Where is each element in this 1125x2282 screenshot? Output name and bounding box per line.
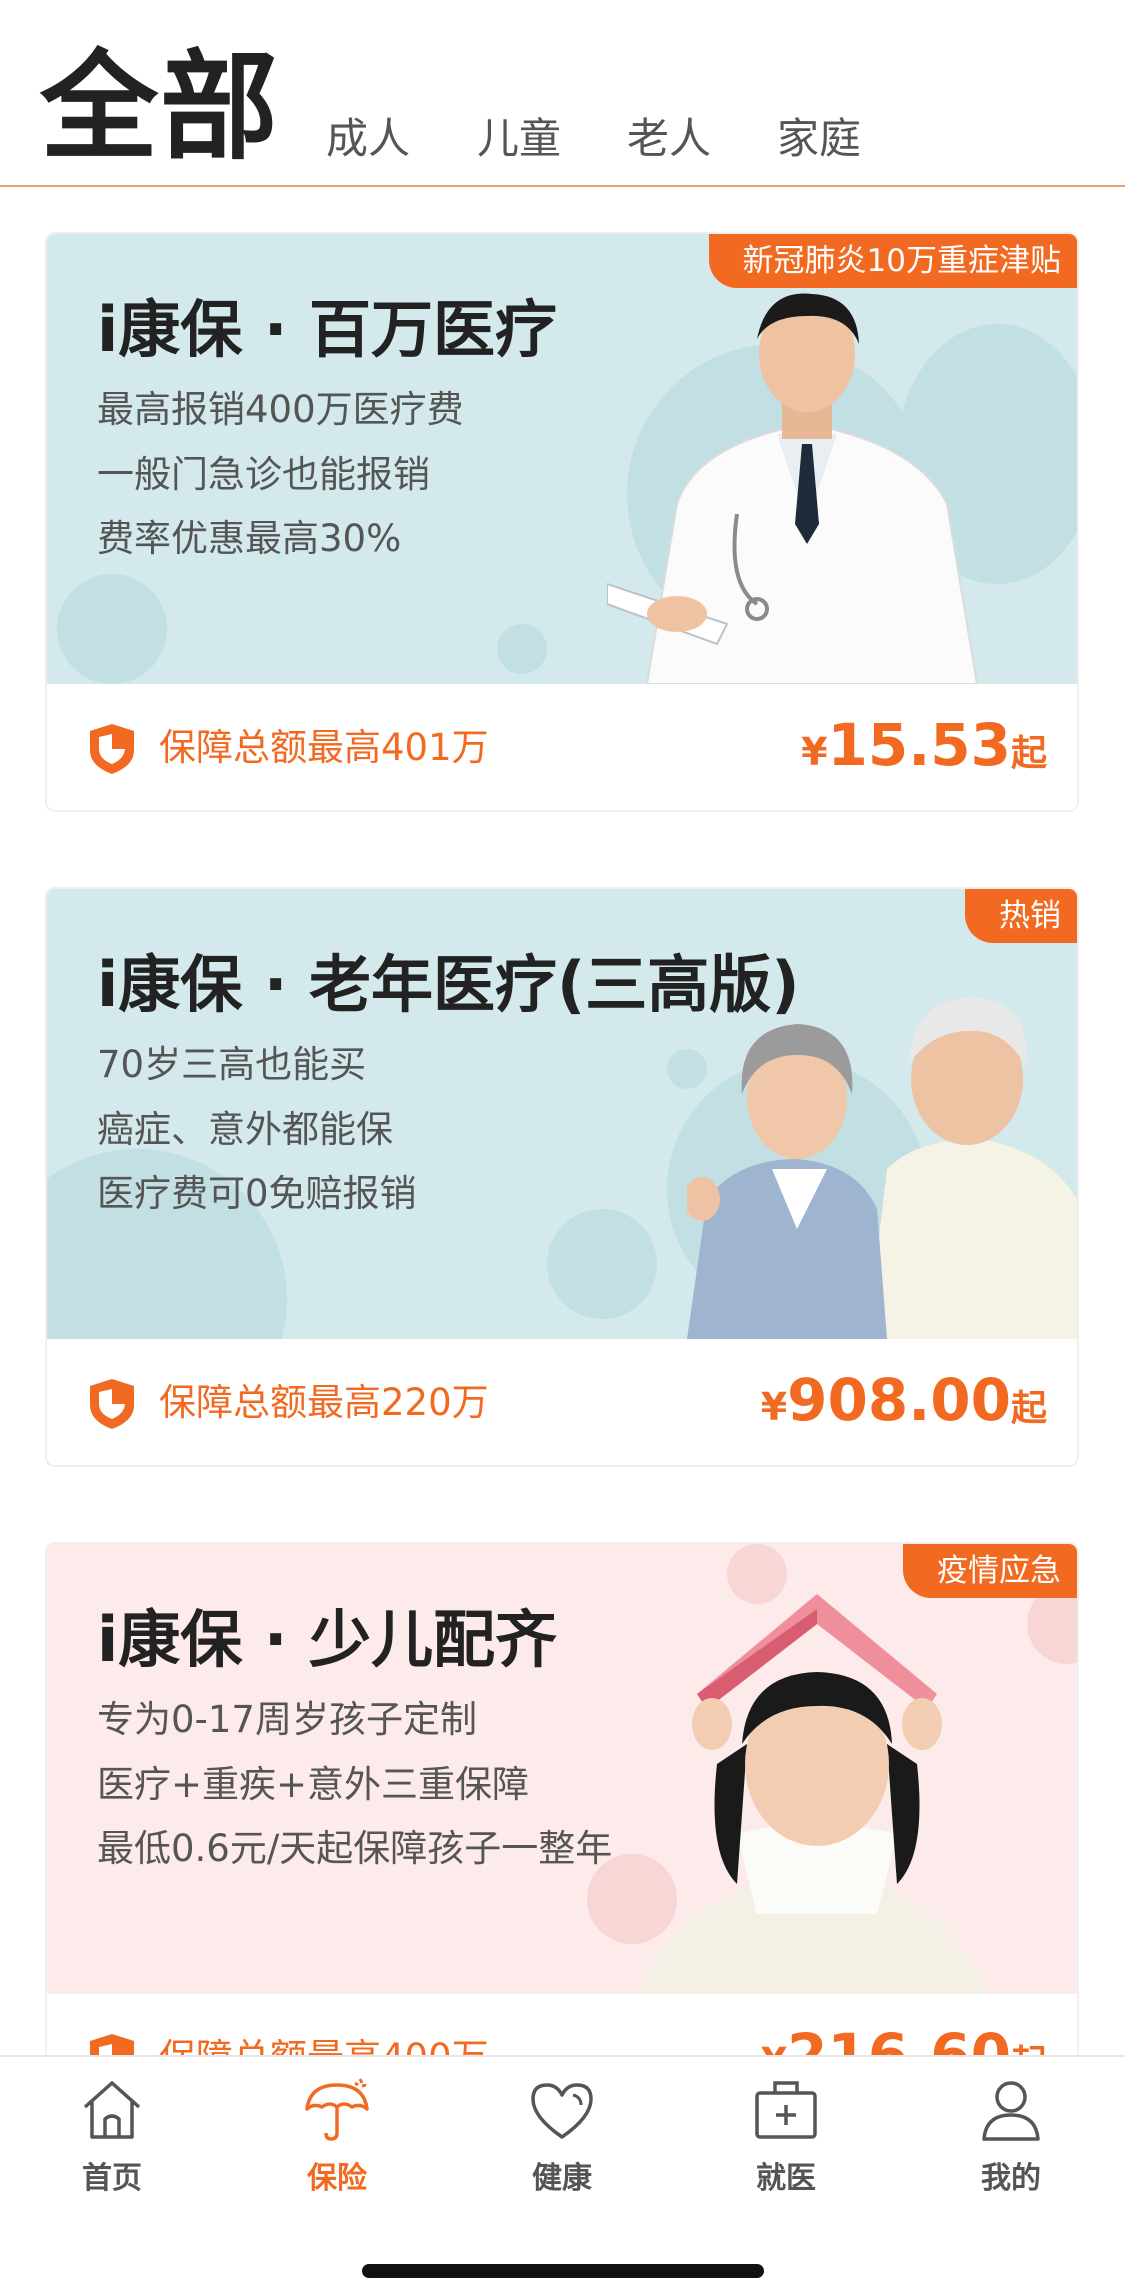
product-feature: 癌症、意外都能保 <box>97 1108 393 1151</box>
promo-badge: 新冠肺炎10万重症津贴 <box>708 234 1077 288</box>
product-footer: 保障总额最高220万 ¥908.00起 <box>47 1339 1077 1465</box>
nav-home[interactable]: 首页 <box>32 2075 192 2197</box>
umbrella-icon <box>305 2078 369 2141</box>
child-image <box>637 1594 987 1994</box>
product-feature: 专为0-17周岁孩子定制 <box>97 1698 477 1741</box>
nav-label: 保险 <box>307 2161 367 2196</box>
price-suffix: 起 <box>1010 733 1047 774</box>
price: ¥908.00起 <box>761 1371 1047 1429</box>
product-feature: 最低0.6元/天起保障孩子一整年 <box>97 1827 613 1870</box>
nav-label: 我的 <box>981 2161 1041 2196</box>
price: ¥15.53起 <box>801 716 1047 774</box>
coverage-amount: 保障总额最高220万 <box>159 1381 489 1424</box>
tab-all[interactable]: 全部 <box>40 48 280 166</box>
home-indicator <box>362 2264 764 2278</box>
elderly-couple-image <box>687 997 1077 1339</box>
home-icon <box>83 2081 141 2139</box>
price-amount: 908.00 <box>787 1366 1011 1434</box>
bottom-tab-bar: 首页 保险 健康 就医 我的 <box>0 2055 1125 2282</box>
nav-label: 就医 <box>756 2161 816 2196</box>
nav-medical[interactable]: 就医 <box>706 2075 866 2197</box>
product-footer: 保障总额最高401万 ¥15.53起 <box>47 684 1077 810</box>
tab-adult[interactable]: 成人 <box>326 118 410 160</box>
currency-symbol: ¥ <box>801 730 828 774</box>
user-icon <box>982 2081 1040 2141</box>
promo-badge: 疫情应急 <box>903 1544 1077 1598</box>
nav-label: 健康 <box>532 2161 592 2196</box>
product-card-million-medical[interactable]: 新冠肺炎10万重症津贴 i康保 · 百万医疗 最高报销400万医疗费 一般门急诊… <box>45 232 1079 812</box>
product-card-elderly-medical[interactable]: 热销 i康保 · 老年医疗(三高版) 70岁三高也能买 癌症、意外都能保 医疗费… <box>45 887 1079 1467</box>
nav-insurance[interactable]: 保险 <box>257 2075 417 2197</box>
doctor-image <box>607 293 979 684</box>
product-title: i康保 · 老年医疗(三高版) <box>97 948 800 1021</box>
decor-circle <box>547 1209 657 1319</box>
product-title: i康保 · 少儿配齐 <box>97 1603 557 1676</box>
tab-elderly[interactable]: 老人 <box>627 118 711 160</box>
price-suffix: 起 <box>1010 1388 1047 1429</box>
promo-badge: 热销 <box>965 889 1077 943</box>
nav-health[interactable]: 健康 <box>482 2075 642 2197</box>
nav-profile[interactable]: 我的 <box>931 2075 1091 2197</box>
product-feature: 一般门急诊也能报销 <box>97 453 430 496</box>
decor-circle <box>57 574 167 684</box>
product-feature: 医疗费可0免赔报销 <box>97 1172 417 1215</box>
product-feature: 70岁三高也能买 <box>97 1043 367 1086</box>
heart-icon <box>531 2083 593 2139</box>
product-card-children[interactable]: 疫情应急 i康保 · 少儿配齐 专为0-17周岁孩子定制 医疗+重疾+意外三重保… <box>45 1542 1079 2122</box>
tab-family[interactable]: 家庭 <box>777 118 861 160</box>
product-title: i康保 · 百万医疗 <box>97 293 557 366</box>
category-tabs: 全部 成人 儿童 老人 家庭 <box>0 0 1125 187</box>
price-amount: 15.53 <box>827 711 1011 779</box>
shield-icon <box>90 724 134 774</box>
product-feature: 费率优惠最高30% <box>97 517 402 560</box>
medical-kit-icon <box>755 2081 817 2139</box>
product-feature: 医疗+重疾+意外三重保障 <box>97 1763 530 1806</box>
tab-children[interactable]: 儿童 <box>477 118 561 160</box>
coverage-amount: 保障总额最高401万 <box>159 726 489 769</box>
product-feature: 最高报销400万医疗费 <box>97 388 464 431</box>
nav-label: 首页 <box>82 2161 142 2196</box>
currency-symbol: ¥ <box>760 1385 788 1429</box>
decor-circle <box>497 624 547 674</box>
shield-icon <box>90 1379 134 1429</box>
